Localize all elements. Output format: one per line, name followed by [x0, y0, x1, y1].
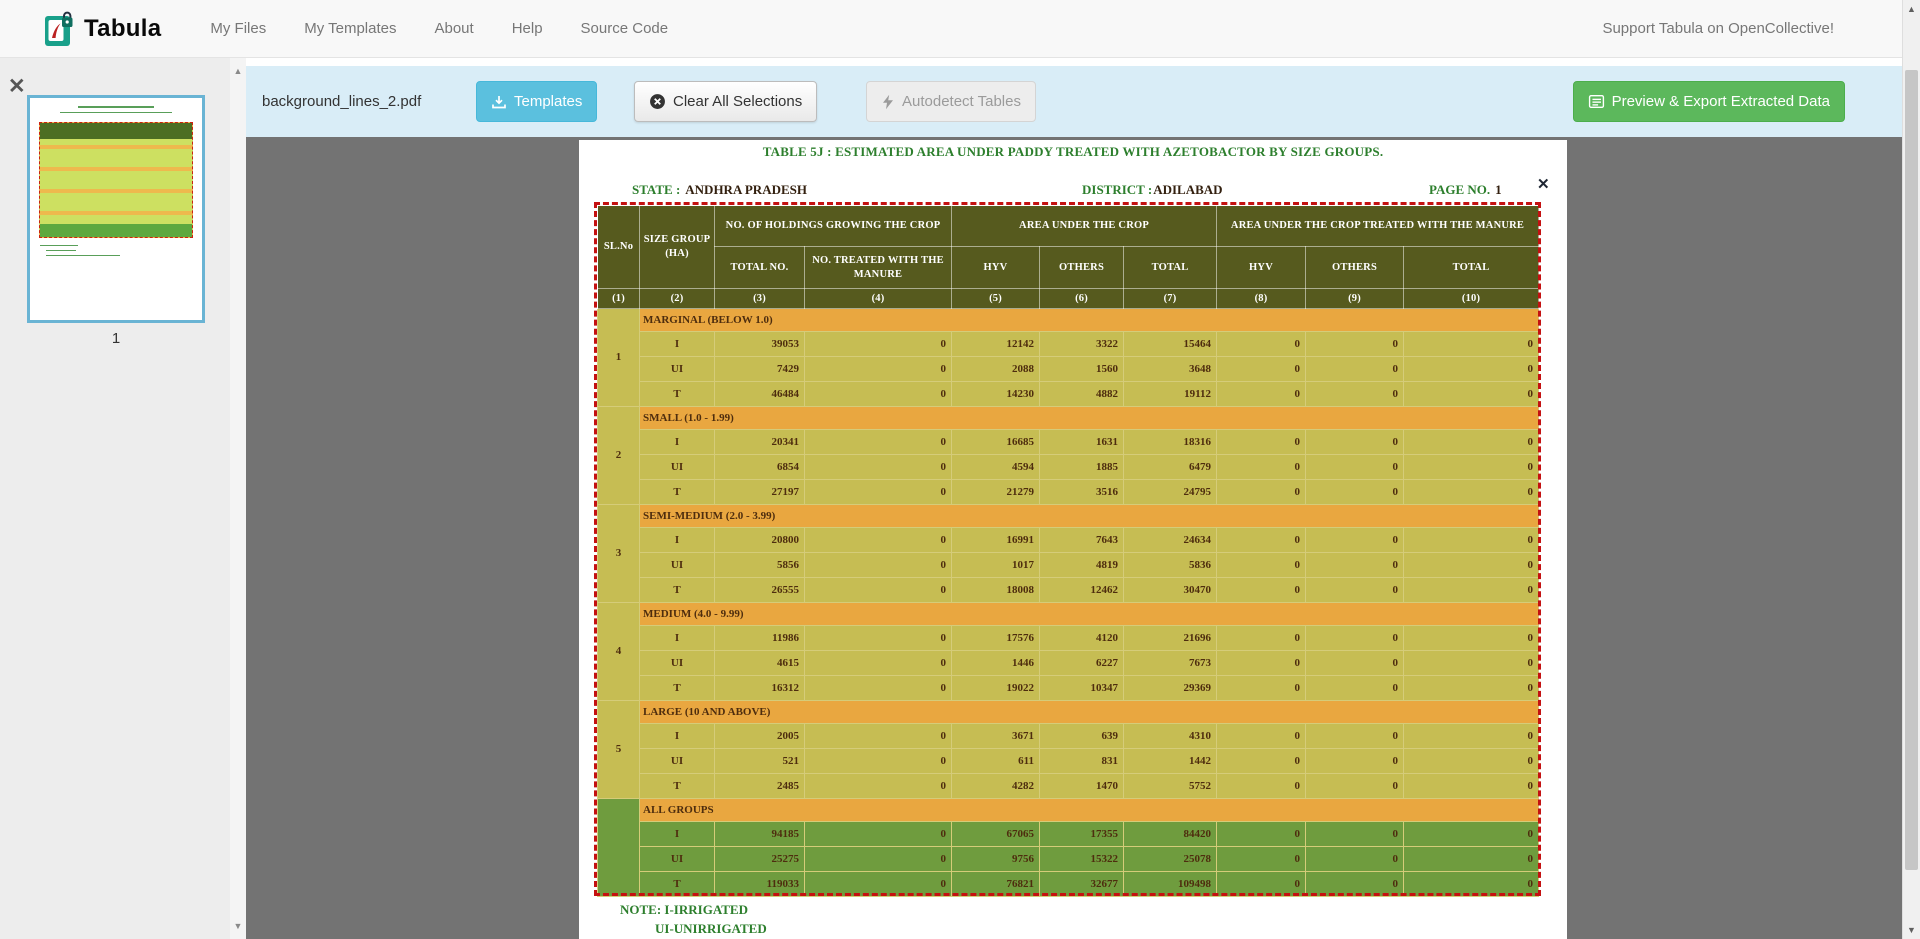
preview-export-button[interactable]: Preview & Export Extracted Data [1573, 81, 1845, 122]
scroll-down-icon[interactable]: ▼ [1903, 925, 1920, 935]
page-no-value: 1 [1495, 182, 1502, 197]
thumbnail-page-number: 1 [27, 330, 205, 347]
scroll-down-icon[interactable]: ▼ [230, 921, 246, 931]
tabula-app: Tabula My FilesMy TemplatesAboutHelpSour… [0, 0, 1920, 939]
brand-title: Tabula [84, 15, 161, 43]
pdf-state: STATE : ANDHRA PRADESH [632, 182, 807, 198]
thumb-table-footer [40, 224, 192, 237]
scroll-up-icon[interactable]: ▲ [1903, 4, 1920, 14]
scroll-up-icon[interactable]: ▲ [230, 66, 246, 76]
pdf-note-line1: NOTE: I-IRRIGATED [620, 902, 748, 918]
table-selection-box[interactable] [594, 202, 1541, 896]
sidebar-scrollbar[interactable]: ▲ ▼ [230, 58, 246, 939]
state-value: ANDHRA PRADESH [685, 182, 807, 197]
brand-home-link[interactable]: Tabula [44, 10, 161, 47]
document-viewport: TABLE 5J : ESTIMATED AREA UNDER PADDY TR… [246, 137, 1902, 939]
thumb-title-line [78, 106, 154, 108]
import-tray-icon [491, 94, 507, 110]
sidebar: ✕ 1 [0, 58, 230, 939]
pdf-table-title: TABLE 5J : ESTIMATED AREA UNDER PADDY TR… [579, 144, 1567, 160]
toolbar: background_lines_2.pdf Templates Clear A… [246, 66, 1902, 137]
delete-selection-icon[interactable]: ✕ [1537, 177, 1550, 192]
thumb-note-line [46, 250, 76, 251]
support-link[interactable]: Support Tabula on OpenCollective! [1602, 0, 1834, 58]
nav-item-source-code[interactable]: Source Code [562, 0, 688, 58]
nav-item-my-templates[interactable]: My Templates [285, 0, 415, 58]
window-scrollbar[interactable]: ▲ ▼ [1902, 0, 1920, 939]
nav-menu: My FilesMy TemplatesAboutHelpSource Code [191, 0, 687, 58]
page-no-label: PAGE NO. [1429, 182, 1490, 197]
autodetect-tables-label: Autodetect Tables [902, 93, 1021, 110]
nav-item-help[interactable]: Help [493, 0, 562, 58]
page-thumbnail[interactable] [27, 95, 205, 323]
table-list-icon [1588, 93, 1605, 110]
document-filename: background_lines_2.pdf [262, 66, 421, 137]
pdf-district: DISTRICT :ADILABAD [1082, 182, 1223, 198]
nav-item-about[interactable]: About [415, 0, 492, 58]
nav-item-my-files[interactable]: My Files [191, 0, 285, 58]
pdf-note-line2: UI-UNIRRIGATED [655, 921, 767, 937]
district-label: DISTRICT : [1082, 182, 1152, 197]
scrollbar-thumb[interactable] [1905, 70, 1918, 870]
autodetect-tables-button[interactable]: Autodetect Tables [866, 81, 1036, 122]
lightning-bolt-icon [881, 94, 895, 110]
thumb-table [39, 122, 193, 238]
thumb-table-header [40, 123, 192, 139]
clear-all-selections-label: Clear All Selections [673, 93, 802, 110]
remove-circle-icon [649, 93, 666, 110]
remove-file-icon[interactable]: ✕ [8, 76, 26, 97]
pdf-page[interactable]: TABLE 5J : ESTIMATED AREA UNDER PADDY TR… [579, 140, 1567, 939]
templates-label: Templates [514, 93, 582, 110]
navbar: Tabula My FilesMy TemplatesAboutHelpSour… [0, 0, 1920, 58]
thumb-subtitle-line [60, 112, 172, 113]
thumb-note-line [46, 255, 120, 256]
templates-button[interactable]: Templates [476, 81, 597, 122]
state-label: STATE : [632, 182, 680, 197]
thumb-note-line [40, 245, 78, 246]
tabula-logo-icon [44, 10, 75, 47]
district-value: ADILABAD [1153, 182, 1222, 197]
clear-all-selections-button[interactable]: Clear All Selections [634, 81, 817, 122]
pdf-page-no: PAGE NO. 1 [1429, 182, 1502, 198]
preview-export-label: Preview & Export Extracted Data [1612, 93, 1830, 110]
